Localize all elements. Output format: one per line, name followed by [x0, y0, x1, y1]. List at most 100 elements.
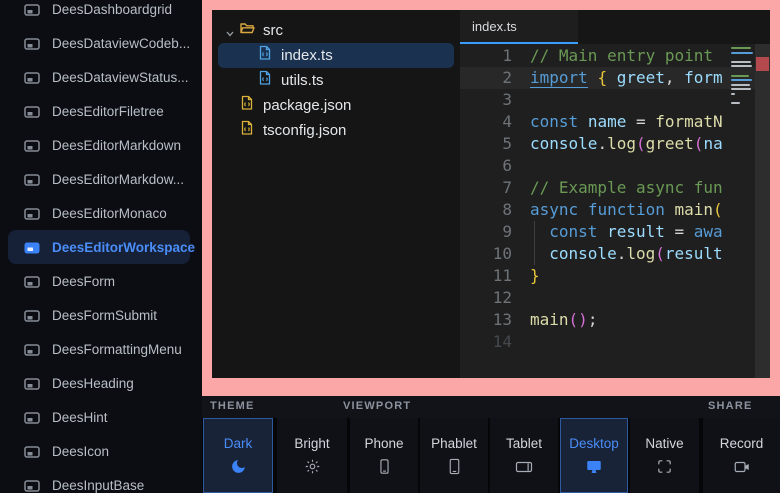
code-token: log [607, 134, 636, 153]
code-line: 7// Example async fun [460, 177, 770, 199]
toolbar-section-label-theme: THEME [210, 400, 255, 412]
error-marker [756, 57, 769, 71]
sidebar-item-deesicon[interactable]: DeesIcon [8, 434, 190, 468]
sidebar-item-deesheading[interactable]: DeesHeading [8, 366, 190, 400]
code-token: ( [655, 244, 665, 263]
code-token [530, 222, 549, 241]
code-token [578, 200, 588, 219]
editor-scrollbar[interactable] [755, 44, 770, 378]
sidebar-item-deeseditorworkspace[interactable]: DeesEditorWorkspace [8, 230, 190, 264]
editor-panel: index.ts 1// Main entry point2import { g… [460, 10, 770, 378]
code-token: na [703, 134, 722, 153]
button-label: Tablet [506, 436, 542, 451]
code-token: // Main entry point [530, 46, 713, 65]
sidebar-item-deesformattingmenu[interactable]: DeesFormattingMenu [8, 332, 190, 366]
sidebar-item-deeseditormarkdown[interactable]: DeesEditorMarkdown [8, 128, 190, 162]
code-token: function [588, 200, 665, 219]
sidebar-item-label: DeesEditorMarkdow... [52, 172, 184, 187]
button-label: Bright [294, 436, 329, 451]
line-number: 12 [460, 287, 530, 309]
phablet-button[interactable]: Phablet [420, 418, 488, 493]
phone-icon [376, 458, 393, 476]
code-text: } [530, 265, 540, 287]
code-line: 8async function main( [460, 199, 770, 221]
demo-frame: srcindex.tsutils.tspackage.jsontsconfig.… [202, 0, 780, 396]
code-text: async function main( [530, 199, 723, 221]
moon-icon [230, 458, 247, 476]
component-icon [24, 37, 40, 49]
minimap-line [731, 52, 753, 54]
sidebar-item-label: DeesFormSubmit [52, 308, 157, 323]
button-label: Record [720, 436, 764, 451]
sidebar-item-deesdashboardgrid[interactable]: DeesDashboardgrid [8, 0, 190, 26]
component-icon [24, 377, 40, 389]
code-token: formatN [655, 112, 722, 131]
dark-button[interactable]: Dark [203, 418, 273, 493]
tree-item-utils-ts[interactable]: utils.ts [218, 68, 454, 93]
code-line: 3 [460, 89, 770, 111]
sidebar-item-deesdataviewstatus[interactable]: DeesDataviewStatus... [8, 60, 190, 94]
sidebar-item-deesinputbase[interactable]: DeesInputBase [8, 468, 190, 493]
component-icon [24, 139, 40, 151]
native-button[interactable]: Native [630, 418, 699, 493]
line-number: 14 [460, 331, 530, 353]
minimap[interactable] [731, 47, 753, 111]
code-token: . [597, 134, 607, 153]
code-token: // Example async fun [530, 178, 723, 197]
button-label: Desktop [569, 436, 619, 451]
sidebar-item-deeseditormarkdow[interactable]: DeesEditorMarkdow... [8, 162, 190, 196]
tree-item-src[interactable]: src [218, 18, 454, 43]
code-line: 14 [460, 331, 770, 353]
code-token: ( [569, 310, 579, 329]
bright-button[interactable]: Bright [277, 418, 347, 493]
file-tree-panel: src index.ts utils.tspackage.jsontsconfig.… [212, 10, 460, 378]
tablet-button[interactable]: Tablet [490, 418, 558, 493]
sidebar-item-deeseditormonaco[interactable]: DeesEditorMonaco [8, 196, 190, 230]
code-token: . [617, 244, 627, 263]
code-token: console [549, 244, 616, 263]
sidebar-item-deesformsubmit[interactable]: DeesFormSubmit [8, 298, 190, 332]
code-token: const [549, 222, 597, 241]
code-text: console.log(greet(na [530, 133, 723, 155]
code-line: 6 [460, 155, 770, 177]
tree-item-index-ts[interactable]: index.ts [218, 43, 454, 68]
tree-item-package-json[interactable]: package.json [218, 93, 454, 118]
sidebar-item-label: DeesEditorWorkspace [52, 240, 195, 255]
sidebar-item-deesdataviewcodeb[interactable]: DeesDataviewCodeb... [8, 26, 190, 60]
code-token: = [626, 112, 655, 131]
toolbar-section-label-viewport: VIEWPORT [343, 400, 411, 412]
component-icon [24, 71, 40, 83]
tree-item-tsconfig-json[interactable]: tsconfig.json [218, 118, 454, 143]
code-text: main(); [530, 309, 597, 331]
sidebar-item-deeseditorfiletree[interactable]: DeesEditorFiletree [8, 94, 190, 128]
component-icon [24, 309, 40, 321]
record-button[interactable]: Record [703, 418, 780, 493]
code-line: 13main(); [460, 309, 770, 331]
native-icon [656, 458, 673, 476]
sidebar-item-label: DeesDashboardgrid [52, 2, 172, 17]
code-line: 11} [460, 265, 770, 287]
sidebar-item-deesform[interactable]: DeesForm [8, 264, 190, 298]
tab-index-ts[interactable]: index.ts [460, 10, 578, 44]
code-token: , [665, 68, 684, 87]
code-text: const name = formatN [530, 111, 723, 133]
sidebar-item-deeshint[interactable]: DeesHint [8, 400, 190, 434]
desktop-button[interactable]: Desktop [560, 418, 628, 493]
code-token: greet [646, 134, 694, 153]
code-token [665, 200, 675, 219]
code-token: ( [636, 134, 646, 153]
code-token [607, 68, 617, 87]
component-icon [24, 241, 40, 253]
phone-button[interactable]: Phone [350, 418, 418, 493]
tree-item-label: index.ts [281, 47, 333, 64]
sidebar-item-label: DeesEditorFiletree [52, 104, 164, 119]
code-token: const [530, 112, 578, 131]
code-line: 2import { greet, form [460, 67, 770, 89]
code-editor[interactable]: 1// Main entry point2import { greet, for… [460, 44, 770, 378]
code-token: async [530, 200, 578, 219]
code-token [578, 112, 588, 131]
chevron-down-icon[interactable] [225, 26, 235, 36]
line-number: 9 [460, 221, 530, 243]
code-token: } [530, 266, 540, 285]
code-line: 9 const result = awa [460, 221, 770, 243]
